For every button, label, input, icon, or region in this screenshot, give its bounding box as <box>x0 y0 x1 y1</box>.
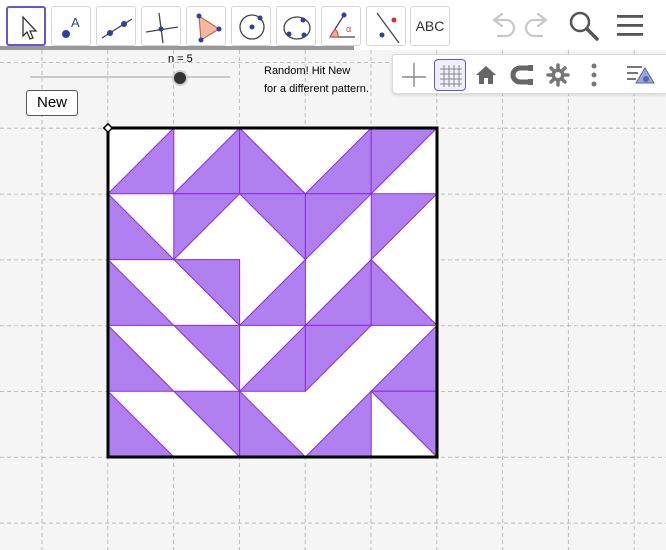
style-bar <box>392 54 666 94</box>
more-button[interactable] <box>578 59 610 91</box>
circle-tool[interactable] <box>231 6 271 46</box>
menu-icon[interactable] <box>614 8 648 42</box>
text-tool-label: ABC <box>415 18 445 34</box>
redo-icon[interactable] <box>522 8 556 42</box>
graphics-view[interactable] <box>0 50 666 550</box>
instruction-line-2: for a different pattern. <box>264 83 369 95</box>
circle-center-point-icon <box>239 14 265 40</box>
point-icon: A <box>62 15 80 38</box>
svg-text:α: α <box>346 24 351 34</box>
home-button[interactable] <box>470 59 502 91</box>
svg-text:A: A <box>71 15 80 30</box>
grid-icon <box>440 65 462 87</box>
line-tool[interactable] <box>96 6 136 46</box>
instruction-text: Random! Hit New for a different pattern. <box>264 62 369 98</box>
slider-label: n = 5 <box>168 53 193 65</box>
arrow-cursor-icon <box>22 15 38 40</box>
axes-toggle[interactable] <box>398 59 430 91</box>
quilt-pattern <box>102 122 439 459</box>
reflect-about-line-icon <box>376 12 400 44</box>
geogebra-app: A α ABC n = 5 Random! Hit New for a diff… <box>0 0 666 550</box>
search-icon[interactable] <box>566 8 600 42</box>
graphics-canvas <box>0 50 666 550</box>
home-icon <box>476 66 496 84</box>
axes-icon <box>402 63 426 87</box>
more-vertical-icon <box>591 63 597 87</box>
undo-icon[interactable] <box>484 8 518 42</box>
polygon-tool[interactable] <box>186 6 226 46</box>
magnet-icon <box>510 65 533 85</box>
text-tool[interactable]: ABC <box>410 6 450 46</box>
line-icon <box>101 18 133 39</box>
gear-icon <box>546 63 570 87</box>
instruction-line-1: Random! Hit New <box>264 65 351 77</box>
algebra-view-icon <box>627 66 655 84</box>
toolbar: A α ABC <box>0 0 666 46</box>
angle-tool[interactable]: α <box>321 6 361 46</box>
circle-three-points-icon <box>283 16 311 40</box>
new-button[interactable]: New <box>26 90 78 116</box>
perpendicular-line-icon <box>145 12 179 44</box>
settings-button[interactable] <box>542 59 574 91</box>
move-tool[interactable] <box>6 6 46 46</box>
angle-icon: α <box>329 12 355 38</box>
perpendicular-tool[interactable] <box>141 6 181 46</box>
point-tool[interactable]: A <box>51 6 91 46</box>
snap-button[interactable] <box>506 59 538 91</box>
slider-knob[interactable] <box>172 70 188 86</box>
polygon-icon <box>196 13 222 43</box>
grid-toggle[interactable] <box>434 59 466 91</box>
reflect-tool[interactable] <box>366 6 406 46</box>
conic-tool[interactable] <box>276 6 316 46</box>
algebra-view-button[interactable] <box>624 59 656 91</box>
